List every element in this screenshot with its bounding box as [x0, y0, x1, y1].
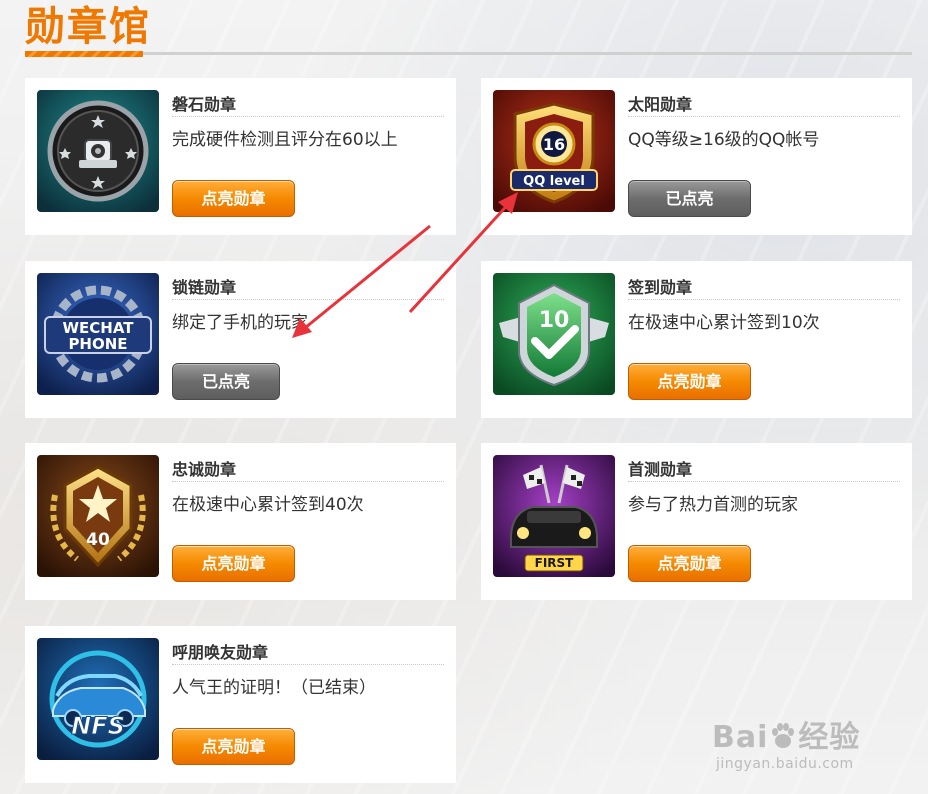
title-separator: [172, 299, 444, 300]
badge-card-chain: WECHAT PHONE 锁链勋章 绑定了手机的玩家 已点亮: [25, 261, 456, 418]
friends-badge-caption: NFS: [71, 712, 125, 740]
sun-badge-level: 16: [543, 135, 565, 154]
badge-description: 完成硬件检测且评分在60以上: [172, 130, 398, 150]
badge-description: 人气王的证明！（已结束）: [172, 678, 376, 698]
watermark-url: jingyan.baidu.com: [716, 756, 854, 772]
sun-badge-caption: QQ level: [523, 174, 585, 189]
light-badge-button[interactable]: 点亮勋章: [172, 728, 295, 765]
checkin-badge-icon: 10: [493, 273, 615, 395]
badge-card-first-test: FIRST 首测勋章 参与了热力首测的玩家 点亮勋章: [481, 443, 912, 600]
badge-title: 磐石勋章: [172, 95, 237, 114]
page-title: 勋章馆: [25, 4, 151, 50]
lit-badge-button[interactable]: 已点亮: [172, 363, 280, 400]
loyalty-badge-icon: 40: [37, 455, 159, 577]
badge-description: 绑定了手机的玩家: [172, 313, 308, 333]
badge-title: 呼朋唤友勋章: [172, 643, 269, 662]
badge-description: 在极速中心累计签到10次: [628, 313, 820, 333]
baidu-watermark: Bai 经验 jingyan.baidu.com: [712, 712, 860, 772]
badge-card-rock: 磐石勋章 完成硬件检测且评分在60以上 点亮勋章: [25, 78, 456, 235]
badge-card-sun: 16 QQ level 太阳勋章 QQ等级≥16级的QQ帐号 已点亮: [481, 78, 912, 235]
badge-description: 在极速中心累计签到40次: [172, 495, 364, 515]
chain-badge-line2: PHONE: [68, 335, 127, 353]
friends-badge-icon: NFS: [37, 638, 159, 760]
badge-card-checkin: 10 签到勋章 在极速中心累计签到10次 点亮勋章: [481, 261, 912, 418]
badge-title: 签到勋章: [628, 278, 693, 297]
first-test-badge-caption: FIRST: [535, 556, 575, 570]
badge-title: 太阳勋章: [628, 95, 693, 114]
light-badge-button[interactable]: 点亮勋章: [172, 180, 295, 217]
paw-icon: [772, 723, 795, 748]
title-divider-accent: [25, 51, 143, 57]
badge-description: QQ等级≥16级的QQ帐号: [628, 130, 820, 150]
chain-badge-icon: WECHAT PHONE: [37, 273, 159, 395]
light-badge-button[interactable]: 点亮勋章: [172, 545, 295, 582]
rock-badge-icon: [37, 90, 159, 212]
badge-title: 忠诚勋章: [172, 460, 237, 479]
title-separator: [628, 116, 900, 117]
title-separator: [172, 664, 444, 665]
badge-card-loyalty: 40 忠诚勋章 在极速中心累计签到40次 点亮勋章: [25, 443, 456, 600]
light-badge-button[interactable]: 点亮勋章: [628, 363, 751, 400]
badge-description: 参与了热力首测的玩家: [628, 495, 798, 515]
title-separator: [628, 299, 900, 300]
checkin-badge-count: 10: [539, 308, 570, 333]
watermark-suffix: 经验: [798, 720, 861, 755]
loyalty-badge-count: 40: [86, 530, 110, 550]
sun-badge-icon: 16 QQ level: [493, 90, 615, 212]
title-separator: [172, 481, 444, 482]
title-divider: [25, 52, 912, 55]
title-separator: [172, 116, 444, 117]
watermark-brand: Bai: [712, 720, 769, 755]
light-badge-button[interactable]: 点亮勋章: [628, 545, 751, 582]
badge-title: 锁链勋章: [172, 278, 237, 297]
title-separator: [628, 481, 900, 482]
first-test-badge-icon: FIRST: [493, 455, 615, 577]
badge-card-friends: NFS 呼朋唤友勋章 人气王的证明！（已结束） 点亮勋章: [25, 626, 456, 783]
lit-badge-button[interactable]: 已点亮: [628, 180, 751, 217]
badge-title: 首测勋章: [628, 460, 693, 479]
